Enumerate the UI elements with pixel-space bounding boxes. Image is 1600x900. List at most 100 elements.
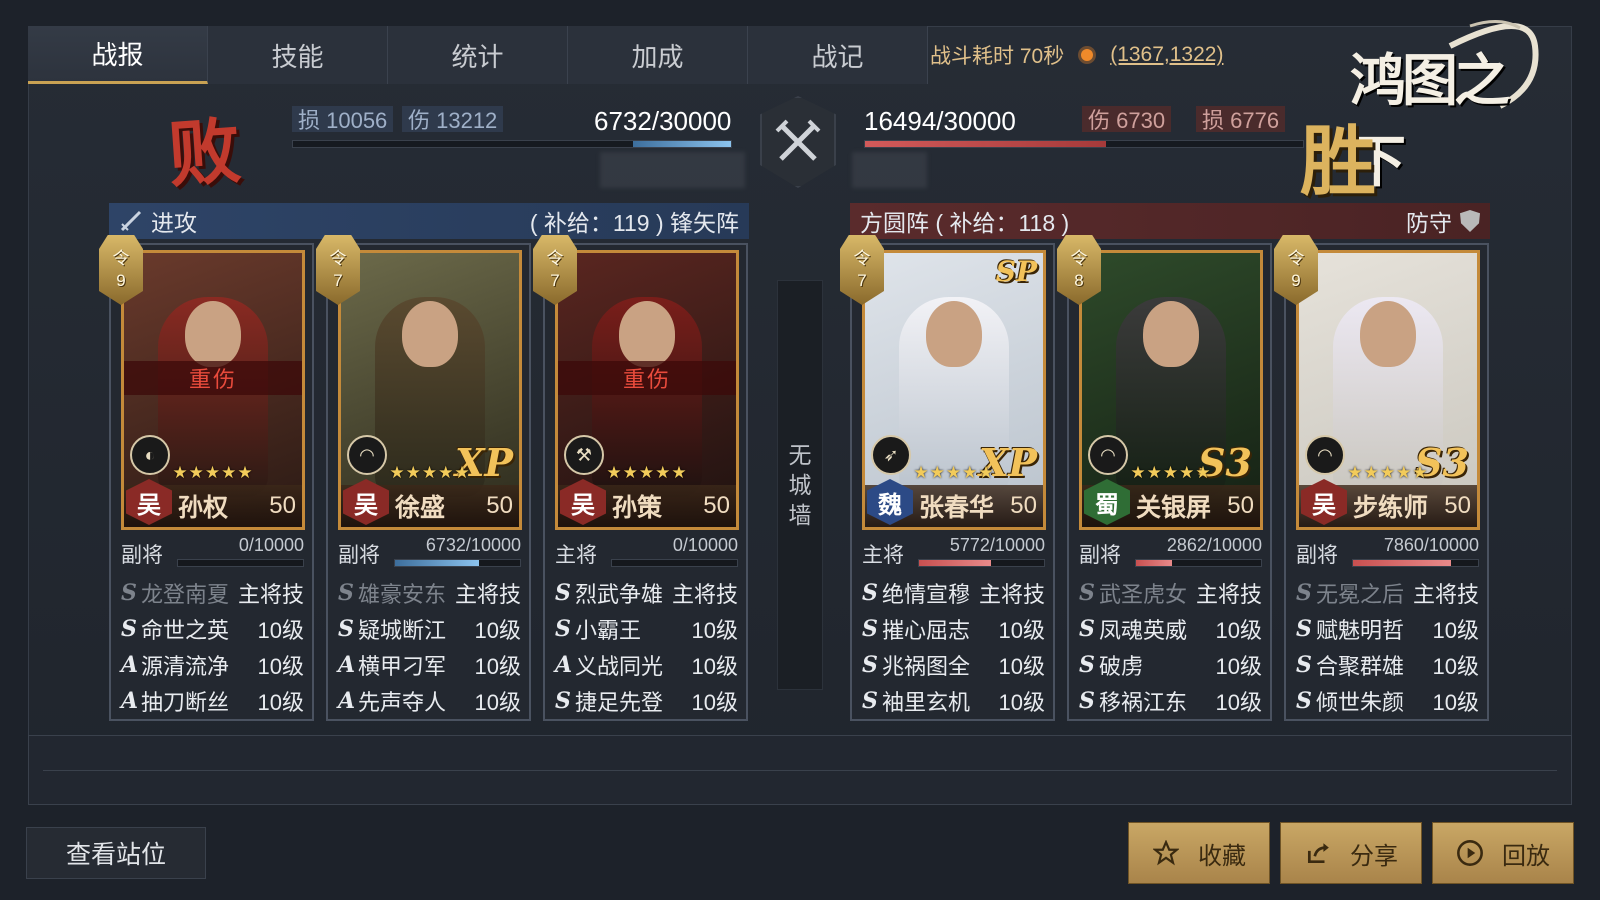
skill-row[interactable]: S 赋魅明哲 10级: [1296, 611, 1479, 647]
tab-battle-log[interactable]: 战记: [748, 26, 928, 84]
skill-row[interactable]: A 横甲刁军 10级: [338, 647, 521, 683]
hero-card[interactable]: S3 ◠ ★★★★★ 蜀 关银屏 50 令 8 副将 2862/10000 S …: [1057, 235, 1272, 721]
hero-troops-bar: [1352, 559, 1479, 567]
no-city-wall: 无 城 墙: [777, 280, 823, 690]
skill-name: 雄豪安东: [358, 582, 447, 607]
hero-portrait[interactable]: 重伤 ⚒ ★★★★★ 吴 孙策 50: [555, 250, 739, 530]
bow-icon: ◠: [1088, 435, 1128, 475]
faction-emblem: 吴: [560, 479, 606, 525]
hero-troops-bar: [1135, 559, 1262, 567]
tab-report[interactable]: 战报: [28, 26, 208, 84]
skill-name: 倾世朱颜: [1316, 690, 1405, 715]
hero-card[interactable]: 重伤 ⚒ ★★★★★ 吴 孙策 50 令 7 主将 0/10000 S 烈武争雄: [533, 235, 748, 721]
left-troops: 6732/30000: [594, 106, 732, 136]
skill-row[interactable]: S 绝情宣穆 主将技: [862, 575, 1045, 611]
skill-grade: S: [1079, 652, 1095, 678]
skill-row[interactable]: S 龙登南夏 主将技: [121, 575, 304, 611]
hero-level: 50: [269, 492, 296, 519]
share-icon: [1304, 839, 1332, 867]
hero-head: [619, 301, 675, 367]
hero-status-row: 副将 7860/10000: [1296, 535, 1479, 571]
rank-value: 7: [550, 271, 560, 290]
battle-coordinates-link[interactable]: (1367,1322): [1110, 43, 1223, 67]
skill-level: 10级: [1432, 654, 1479, 679]
skill-name: 捷足先登: [575, 690, 664, 715]
skill-level: 10级: [474, 618, 521, 643]
skill-row[interactable]: S 合聚群雄 10级: [1296, 647, 1479, 683]
skill-grade: A: [121, 652, 139, 678]
skill-level: 10级: [1432, 618, 1479, 643]
hero-name-bar: 蜀 关银屏 50: [1082, 479, 1260, 527]
hero-portrait[interactable]: 重伤 ◐ ★★★★★ 吴 孙权 50: [121, 250, 305, 530]
skill-row[interactable]: A 义战同光 10级: [555, 647, 738, 683]
hero-troops-bar-fill: [919, 560, 992, 566]
hero-troops: 7860/10000: [1383, 535, 1479, 555]
replay-button[interactable]: 回放: [1432, 822, 1574, 884]
skill-row[interactable]: S 移祸江东 10级: [1079, 683, 1262, 719]
skill-row[interactable]: S 雄豪安东 主将技: [338, 575, 521, 611]
tab-bonus[interactable]: 加成: [568, 26, 748, 84]
hero-troops-bar-fill: [1136, 560, 1172, 566]
skill-level: 10级: [1215, 654, 1262, 679]
play-icon: [1456, 839, 1484, 867]
hero-portrait[interactable]: XP ◠ ★★★★★ 吴 徐盛 50: [338, 250, 522, 530]
skill-row[interactable]: S 武圣虎女 主将技: [1079, 575, 1262, 611]
command-rank-emblem: 令 9: [99, 235, 143, 305]
wall-text-3: 墙: [788, 502, 812, 528]
hero-head: [402, 301, 458, 367]
skill-row[interactable]: S 摧心屈志 10级: [862, 611, 1045, 647]
hero-card[interactable]: 重伤 ◐ ★★★★★ 吴 孙权 50 令 9 副将 0/10000 S 龙登南夏: [99, 235, 314, 721]
skill-row[interactable]: S 无冕之后 主将技: [1296, 575, 1479, 611]
hero-role: 主将: [555, 544, 597, 567]
hero-level: 50: [486, 492, 513, 519]
hero-troops-bar: [611, 559, 738, 567]
right-troops: 16494/30000: [864, 106, 1016, 136]
skill-row[interactable]: S 凤魂英威 10级: [1079, 611, 1262, 647]
hero-name-bar: 吴 孙策 50: [558, 479, 736, 527]
view-position-button[interactable]: 查看站位: [26, 827, 206, 879]
skill-row[interactable]: S 破虏 10级: [1079, 647, 1262, 683]
skill-row[interactable]: S 兆祸图全 10级: [862, 647, 1045, 683]
hero-portrait[interactable]: S3 ◠ ★★★★★ 吴 步练师 50: [1296, 250, 1480, 530]
share-button[interactable]: 分享: [1280, 822, 1422, 884]
hero-portrait[interactable]: S3 ◠ ★★★★★ 蜀 关银屏 50: [1079, 250, 1263, 530]
hero-role: 副将: [1079, 544, 1121, 567]
hero-troops-bar-fill: [1353, 560, 1452, 566]
skill-grade: S: [1296, 652, 1312, 678]
hero-portrait[interactable]: SP XP ➶ ★★★★★ 魏 张春华 50: [862, 250, 1046, 530]
skill-list: S 武圣虎女 主将技 S 凤魂英威 10级 S 破虏 10级 S 移祸江东 10…: [1079, 575, 1262, 719]
hero-card[interactable]: S3 ◠ ★★★★★ 吴 步练师 50 令 9 副将 7860/10000 S …: [1274, 235, 1489, 721]
skill-row[interactable]: S 疑城断江 10级: [338, 611, 521, 647]
faction-emblem: 吴: [1301, 479, 1347, 525]
sword-icon: [120, 210, 142, 232]
hero-card[interactable]: SP XP ➶ ★★★★★ 魏 张春华 50 令 7 主将 5772/10000…: [840, 235, 1055, 721]
favorite-button[interactable]: 收藏: [1128, 822, 1270, 884]
logo-text: 鸿图之下: [1350, 48, 1510, 195]
skill-row[interactable]: S 小霸王 10级: [555, 611, 738, 647]
skill-level: 主将技: [1195, 582, 1262, 607]
defeat-mark: 败: [165, 107, 244, 198]
hero-card[interactable]: XP ◠ ★★★★★ 吴 徐盛 50 令 7 副将 6732/10000 S 雄…: [316, 235, 531, 721]
star-rating: ★★★★★: [913, 463, 995, 482]
skill-name: 赋魅明哲: [1316, 618, 1405, 643]
skill-row[interactable]: A 先声夺人 10级: [338, 683, 521, 719]
command-rank-emblem: 令 9: [1274, 235, 1318, 305]
skill-name: 凤魂英威: [1099, 618, 1188, 643]
sp-badge: SP: [995, 255, 1037, 288]
tab-statistics[interactable]: 统计: [388, 26, 568, 84]
hero-role: 副将: [338, 544, 380, 567]
skill-row[interactable]: S 倾世朱颜 10级: [1296, 683, 1479, 719]
skill-grade: A: [555, 652, 573, 678]
skill-row[interactable]: S 烈武争雄 主将技: [555, 575, 738, 611]
hero-troops-bar: [394, 559, 521, 567]
wall-text-1: 无: [788, 442, 812, 468]
skill-row[interactable]: A 源清流净 10级: [121, 647, 304, 683]
skill-row[interactable]: S 袖里玄机 10级: [862, 683, 1045, 719]
tab-skills[interactable]: 技能: [208, 26, 388, 84]
skill-row[interactable]: A 抽刀断丝 10级: [121, 683, 304, 719]
right-player-name-blurred: [852, 152, 927, 188]
skill-grade: S: [1079, 688, 1095, 714]
skill-row[interactable]: S 命世之英 10级: [121, 611, 304, 647]
hero-troops: 0/10000: [238, 535, 304, 555]
skill-row[interactable]: S 捷足先登 10级: [555, 683, 738, 719]
